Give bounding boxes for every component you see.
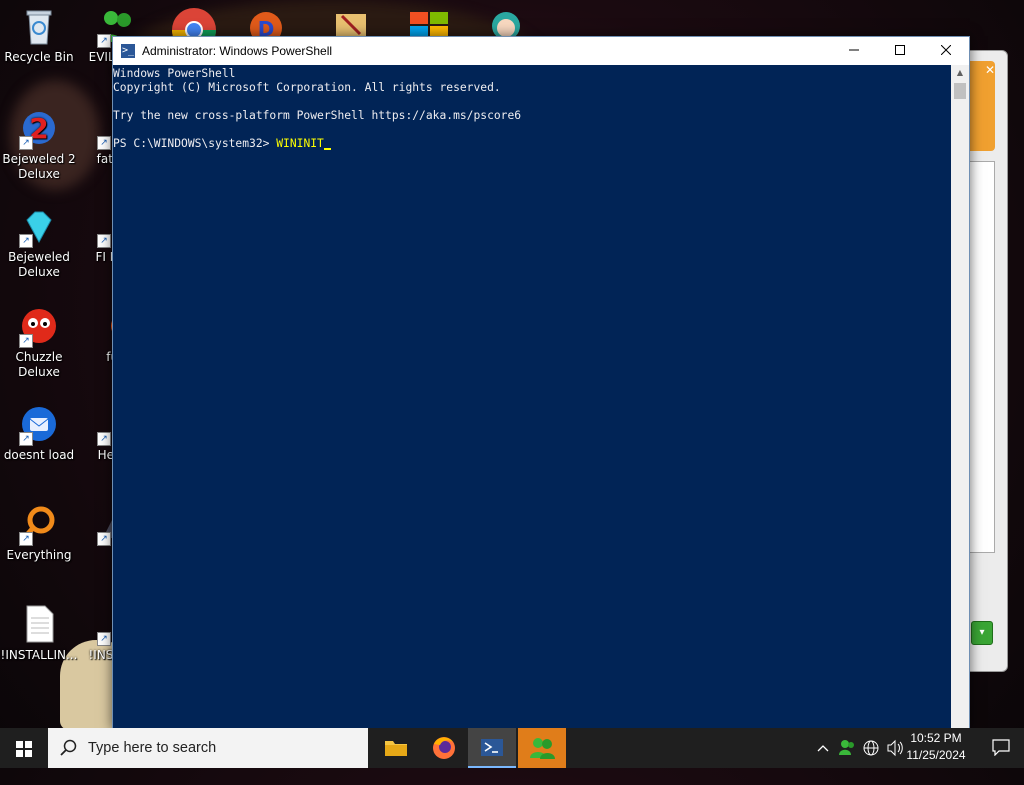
scrollbar-thumb[interactable] (954, 83, 966, 99)
volume-icon[interactable] (884, 728, 906, 768)
desktop-icon-bejeweled[interactable]: ↗ Bejeweled Deluxe (0, 200, 78, 280)
minimize-button[interactable] (831, 37, 877, 65)
speaker-icon (887, 739, 903, 757)
desktop-icon-bejeweled-2[interactable]: 2 ↗ Bejeweled 2 Deluxe (0, 102, 78, 182)
desktop-icon-chuzzle[interactable]: ↗ Chuzzle Deluxe (0, 300, 78, 380)
minimize-icon (849, 49, 859, 51)
console-line: Try the new cross-platform PowerShell ht… (113, 109, 522, 122)
shortcut-arrow-icon: ↗ (97, 532, 111, 546)
shortcut-arrow-icon: ↗ (97, 432, 111, 446)
console-output[interactable]: Windows PowerShell Copyright (C) Microsof… (113, 65, 951, 731)
clock-time: 10:52 PM (910, 731, 962, 745)
close-icon (940, 44, 952, 56)
icon-label: Chuzzle Deluxe (15, 350, 63, 379)
recycle-bin-icon (19, 6, 59, 46)
taskbar-file-explorer[interactable] (372, 728, 420, 768)
desktop-icon-recycle-bin[interactable]: Recycle Bin (0, 0, 78, 65)
shortcut-arrow-icon: ↗ (97, 234, 111, 248)
maximize-icon (895, 45, 905, 55)
start-button[interactable] (0, 728, 48, 768)
close-icon[interactable]: ✕ (985, 63, 995, 77)
scroll-up-arrow-icon[interactable]: ▲ (951, 65, 969, 81)
console-line: Copyright (C) Microsoft Corporation. All… (113, 81, 501, 94)
search-placeholder: Type here to search (88, 740, 217, 756)
globe-icon (863, 740, 879, 756)
search-icon (60, 739, 77, 756)
tray-people-icon[interactable] (836, 728, 858, 768)
chevron-up-icon (817, 745, 829, 752)
folder-icon (385, 741, 407, 756)
thunderbird-icon: ↗ (19, 404, 59, 446)
windows-logo-icon[interactable] (408, 8, 450, 36)
prompt-line[interactable]: PS C:\WINDOWS\system32> WININIT (113, 137, 951, 151)
game-icon[interactable] (334, 10, 368, 36)
shortcut-arrow-icon: ↗ (97, 34, 111, 48)
firefox-icon (433, 737, 455, 759)
title-bar[interactable]: >_ Administrator: Windows PowerShell (113, 37, 969, 65)
network-icon[interactable] (860, 728, 882, 768)
powershell-icon: >_ (121, 44, 135, 58)
notification-icon[interactable] (992, 738, 1010, 756)
shortcut-arrow-icon: ↗ (97, 632, 111, 646)
powershell-window[interactable]: >_ Administrator: Windows PowerShell Win… (112, 36, 970, 731)
icon-label: !INSTALLIN... (0, 648, 78, 662)
window-title: Administrator: Windows PowerShell (142, 44, 333, 58)
shortcut-arrow-icon: ↗ (19, 234, 33, 248)
typed-command: WININIT (276, 137, 324, 150)
bejeweled-2-icon: 2 ↗ (19, 108, 59, 150)
bejeweled-icon: ↗ (19, 206, 59, 248)
console-line: Windows PowerShell (113, 67, 236, 80)
shortcut-arrow-icon: ↗ (19, 432, 33, 446)
svg-text:D: D (258, 17, 275, 36)
shortcut-arrow-icon: ↗ (19, 532, 33, 546)
chrome-icon[interactable] (170, 6, 218, 36)
shortcut-arrow-icon: ↗ (97, 136, 111, 150)
shortcut-arrow-icon: ↗ (19, 334, 33, 348)
people-icon (839, 740, 854, 755)
icon-label: Everything (6, 548, 72, 562)
powershell-icon (481, 739, 503, 756)
system-clock[interactable]: 10:52 PM 11/25/2024 (904, 730, 968, 764)
desktop-icon-installing[interactable]: !INSTALLIN... (0, 598, 78, 663)
dropdown-button[interactable]: ▾ (971, 621, 993, 645)
text-document-icon (19, 604, 59, 644)
anime-character-icon[interactable] (484, 6, 528, 36)
desktop-icon-doesnt-load[interactable]: ↗ doesnt load (0, 398, 78, 463)
maximize-button[interactable] (877, 37, 923, 65)
show-hidden-icons-button[interactable] (814, 728, 832, 768)
icon-label: Recycle Bin (4, 50, 74, 64)
text-cursor (323, 148, 331, 150)
taskbar-powershell[interactable] (468, 728, 516, 768)
people-icon (530, 738, 555, 759)
taskbar: Type here to search 10:52 PM 11/25/2024 (0, 728, 1024, 768)
everything-search-icon: ↗ (19, 504, 59, 546)
vertical-scrollbar[interactable]: ▲ (951, 65, 969, 729)
shortcut-arrow-icon: ↗ (19, 136, 33, 150)
icon-label: Bejeweled 2 Deluxe (2, 152, 76, 181)
taskbar-green-app[interactable] (518, 728, 566, 768)
prompt: PS C:\WINDOWS\system32> (113, 137, 277, 150)
close-button[interactable] (923, 37, 969, 65)
chuzzle-icon: ↗ (19, 306, 59, 348)
desktop-icon-everything[interactable]: ↗ Everything (0, 498, 78, 563)
taskbar-firefox[interactable] (420, 728, 468, 768)
clock-date: 11/25/2024 (906, 748, 966, 762)
icon-label: doesnt load (3, 448, 75, 462)
search-box[interactable]: Type here to search (48, 728, 368, 768)
icon-label: Bejeweled Deluxe (8, 250, 70, 279)
app-icon[interactable]: D (248, 6, 284, 36)
windows-logo-icon (16, 741, 32, 757)
